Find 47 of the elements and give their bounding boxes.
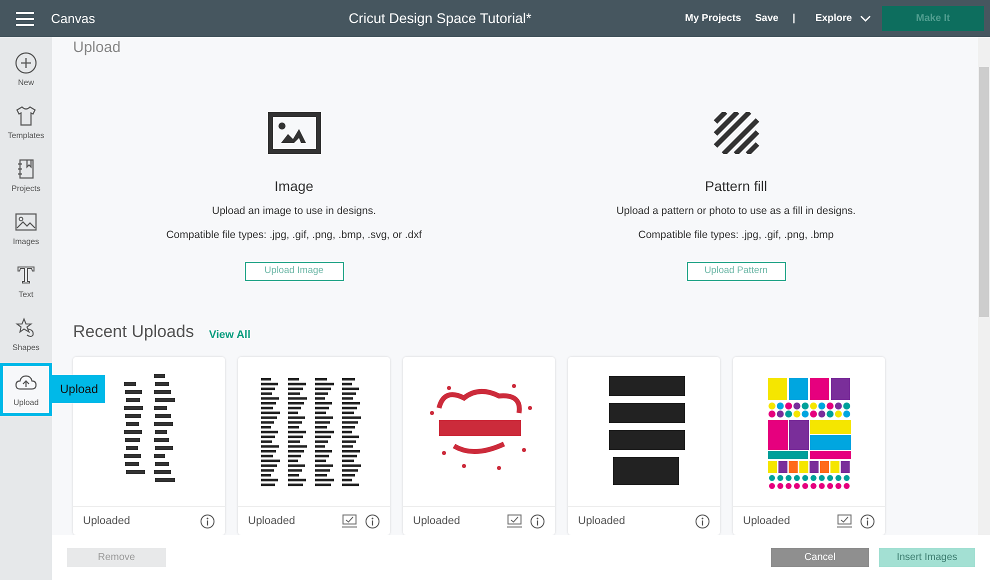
status-text: Uploaded (578, 514, 626, 529)
plus-circle-icon (14, 50, 38, 74)
file-types-text: Compatible file types: .jpg, .gif, .png, .bmp (638, 228, 834, 243)
status-text: Uploaded (248, 514, 296, 529)
sidebar-item[interactable]: New (0, 43, 52, 96)
document-title: Cricut Design Space Tutorial* (348, 9, 532, 28)
status-text: Uploaded (413, 514, 460, 529)
status-text: Uploaded (83, 514, 130, 529)
option-description: Upload an image to use in designs. (212, 204, 376, 219)
upload-card[interactable]: Uploaded (403, 357, 555, 535)
sidebar-item[interactable]: Shapes (0, 308, 52, 361)
chevron-down-icon (860, 15, 871, 22)
sidebar-item[interactable]: Text (0, 255, 52, 308)
tooltip: Upload (52, 375, 105, 403)
info-icon[interactable] (200, 514, 215, 528)
upload-card[interactable]: Uploaded (568, 357, 720, 535)
section-heading: Upload (73, 39, 122, 57)
monitor-check-icon[interactable] (342, 514, 357, 528)
sidebar-item[interactable]: Upload (0, 363, 52, 416)
info-icon[interactable] (695, 514, 710, 528)
sidebar-item[interactable]: Projects (0, 149, 52, 202)
status-text: Uploaded (743, 514, 790, 529)
section-label: Canvas (51, 10, 96, 28)
option-description: Upload a pattern or photo to use as a fill in designs. (616, 204, 856, 219)
upload-card[interactable]: Uploaded (733, 357, 885, 535)
top-link[interactable]: Save (755, 11, 778, 26)
view-all-link[interactable]: View All (208, 326, 251, 343)
section-heading: Recent Uploads (73, 320, 194, 342)
menu-icon[interactable] (16, 12, 34, 26)
upload-card[interactable]: Uploaded (238, 357, 390, 535)
separator: | (792, 12, 796, 26)
sidebar-item[interactable]: Images (0, 202, 52, 255)
info-icon[interactable] (530, 514, 545, 528)
option-title: Image (274, 177, 314, 196)
file-types-text: Compatible file types: .jpg, .gif, .png, .bmp, .svg, or .dxf (166, 228, 422, 243)
info-icon[interactable] (365, 514, 380, 528)
monitor-check-icon[interactable] (507, 514, 522, 528)
option-title: Pattern fill (704, 177, 768, 196)
monitor-check-icon[interactable] (837, 514, 852, 528)
top-link[interactable]: My Projects (685, 11, 742, 26)
cancel-button[interactable]: Cancel (771, 548, 869, 567)
info-icon[interactable] (860, 514, 875, 528)
sidebar-item[interactable]: Templates (0, 96, 52, 149)
t-shirt-icon (14, 104, 38, 128)
explore-menu[interactable]: Explore (815, 11, 871, 26)
scrollbar[interactable] (978, 37, 990, 535)
picture-icon (268, 112, 320, 154)
